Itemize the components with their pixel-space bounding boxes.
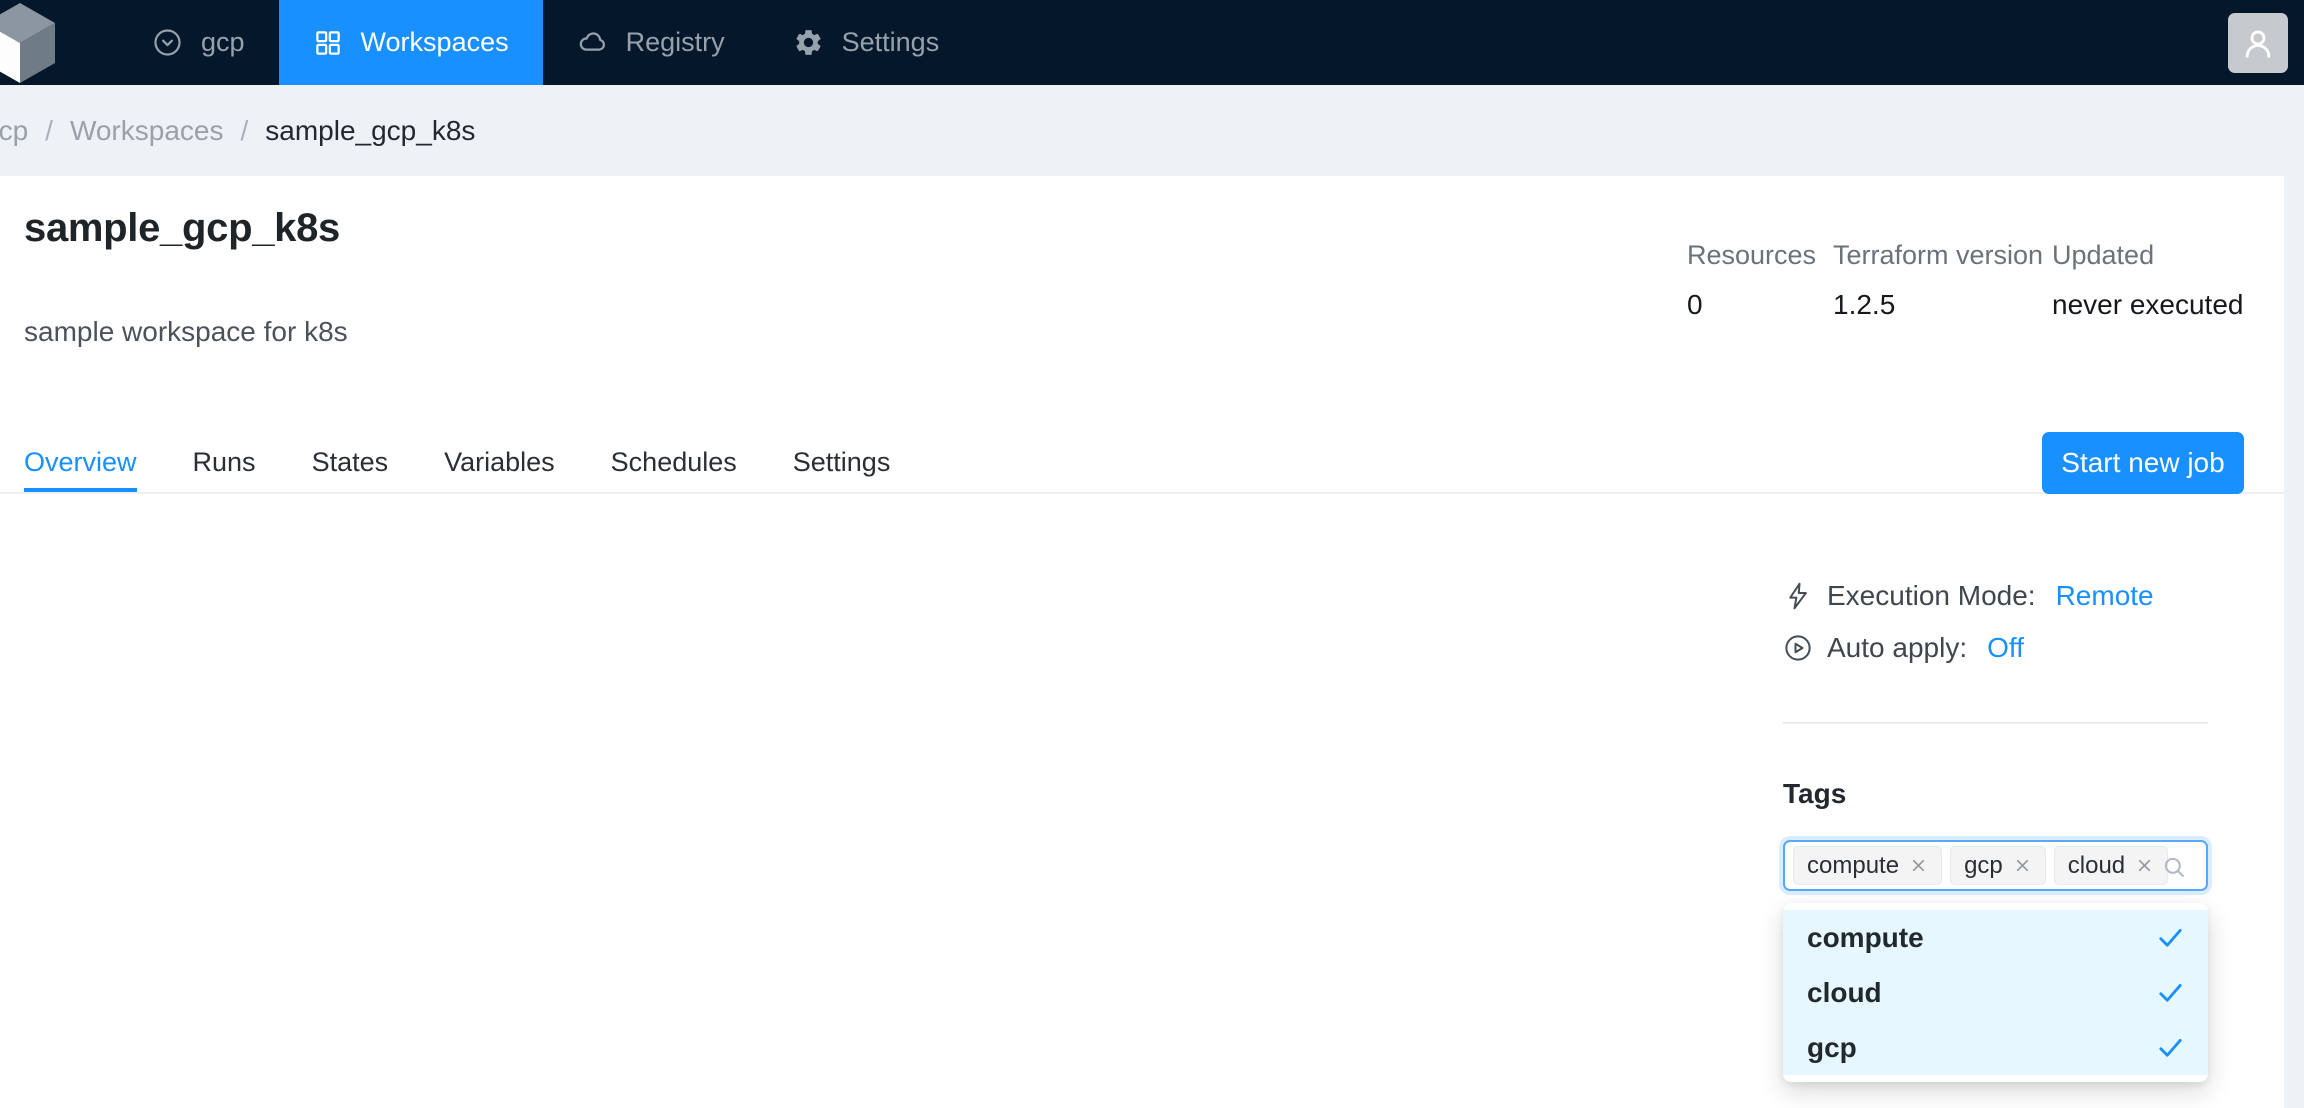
nav-spacer	[973, 0, 2228, 85]
top-nav: gcp Workspaces Registry Settings	[0, 0, 2304, 85]
gear-icon	[793, 27, 824, 58]
execution-mode-value[interactable]: Remote	[2056, 580, 2154, 612]
meta-value: never executed	[2052, 289, 2243, 321]
workspace-meta: Resources 0 Terraform version 1.2.5 Upda…	[1687, 240, 2243, 321]
check-icon	[2155, 1032, 2186, 1063]
tag-chip-gcp: gcp	[1950, 846, 2046, 885]
dropdown-option-compute[interactable]: compute	[1783, 910, 2208, 965]
breadcrumb-item-workspaces[interactable]: Workspaces	[70, 115, 224, 147]
tag-chip-label: cloud	[2068, 852, 2125, 880]
auto-apply-row: Auto apply: Off	[1783, 622, 2024, 674]
remove-tag-icon[interactable]	[2135, 856, 2154, 875]
nav-item-label: Registry	[626, 27, 725, 58]
circle-chevron-down-icon	[152, 27, 183, 58]
page: gcp Workspaces Registry Settings	[0, 0, 2304, 1108]
dropdown-option-cloud[interactable]: cloud	[1783, 965, 2208, 1020]
search-icon	[2161, 854, 2188, 886]
auto-apply-value[interactable]: Off	[1987, 632, 2024, 664]
meta-label: Updated	[2052, 240, 2243, 271]
tags-label: Tags	[1783, 778, 1846, 810]
workspace-description: sample workspace for k8s	[24, 316, 348, 348]
person-icon	[2238, 23, 2278, 63]
nav-item-label: Workspaces	[361, 27, 509, 58]
tab-variables[interactable]: Variables	[444, 432, 555, 492]
play-circle-icon	[1783, 633, 1813, 663]
workspace-page: sample_gcp_k8s sample workspace for k8s …	[0, 176, 2284, 1108]
meta-resources: Resources 0	[1687, 240, 1833, 321]
meta-label: Resources	[1687, 240, 1833, 271]
meta-label: Terraform version	[1833, 240, 2052, 271]
nav-item-label: Settings	[842, 27, 940, 58]
breadcrumb-item-environment[interactable]: gcp	[0, 115, 28, 147]
tab-overview[interactable]: Overview	[24, 432, 137, 492]
breadcrumb-separator: /	[240, 115, 248, 147]
breadcrumb-items: gcp / Workspaces / sample_gcp_k8s	[0, 115, 475, 147]
breadcrumb-item-current: sample_gcp_k8s	[265, 115, 475, 147]
tag-chip-cloud: cloud	[2054, 846, 2168, 885]
dropdown-option-gcp[interactable]: gcp	[1783, 1020, 2208, 1075]
user-avatar[interactable]	[2228, 13, 2288, 73]
execution-mode-label: Execution Mode:	[1827, 580, 2036, 612]
app-logo[interactable]	[0, 0, 118, 85]
thunderbolt-icon	[1783, 581, 1813, 611]
dropdown-option-label: gcp	[1807, 1032, 2155, 1064]
meta-terraform-version: Terraform version 1.2.5	[1833, 240, 2052, 321]
tab-schedules[interactable]: Schedules	[611, 432, 737, 492]
execution-mode-row: Execution Mode: Remote	[1783, 570, 2154, 622]
tab-states[interactable]: States	[312, 432, 389, 492]
cloud-icon	[577, 27, 608, 58]
dropdown-option-label: cloud	[1807, 977, 2155, 1009]
tags-dropdown: compute cloud gcp	[1783, 903, 2208, 1082]
nav-item-workspaces[interactable]: Workspaces	[279, 0, 543, 85]
tag-chip-compute: compute	[1793, 846, 1942, 885]
cube-logo-icon	[0, 0, 110, 85]
nav-item-registry[interactable]: Registry	[543, 0, 759, 85]
tag-chip-label: compute	[1807, 852, 1899, 880]
meta-value: 0	[1687, 289, 1833, 321]
remove-tag-icon[interactable]	[1909, 856, 1928, 875]
auto-apply-label: Auto apply:	[1827, 632, 1967, 664]
environment-selector[interactable]: gcp	[118, 0, 279, 85]
nav-item-settings[interactable]: Settings	[759, 0, 974, 85]
tab-bar: Overview Runs States Variables Schedules…	[0, 432, 2284, 494]
page-title: sample_gcp_k8s	[24, 206, 340, 251]
dropdown-option-label: compute	[1807, 922, 2155, 954]
breadcrumb: gcp / Workspaces / sample_gcp_k8s	[0, 85, 2304, 176]
remove-tag-icon[interactable]	[2013, 856, 2032, 875]
start-new-job-button[interactable]: Start new job	[2042, 432, 2244, 494]
meta-updated: Updated never executed	[2052, 240, 2243, 321]
tags-select-input[interactable]: compute gcp cloud	[1783, 840, 2208, 891]
breadcrumb-separator: /	[45, 115, 53, 147]
divider	[1783, 722, 2208, 724]
meta-value: 1.2.5	[1833, 289, 2052, 321]
environment-label: gcp	[201, 27, 245, 58]
check-icon	[2155, 977, 2186, 1008]
tag-chip-label: gcp	[1964, 852, 2003, 880]
grid-icon	[313, 28, 343, 58]
tab-settings[interactable]: Settings	[793, 432, 891, 492]
tab-runs[interactable]: Runs	[193, 432, 256, 492]
tabs: Overview Runs States Variables Schedules…	[0, 432, 2284, 492]
check-icon	[2155, 922, 2186, 953]
